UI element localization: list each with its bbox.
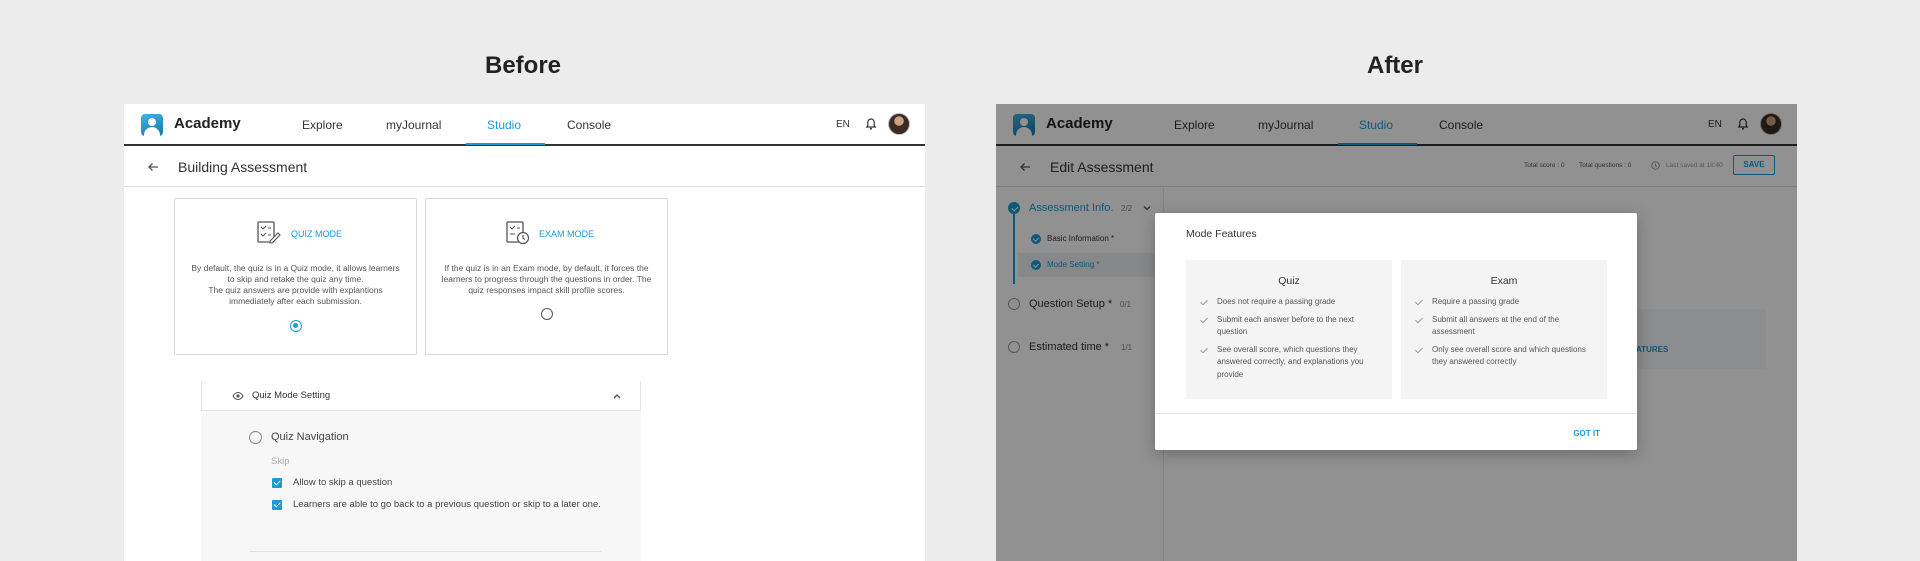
active-tab-indicator bbox=[466, 143, 545, 145]
exam-mode-description: If the quiz is in an Exam mode, by defau… bbox=[441, 263, 652, 295]
skip-question-label: Allow to skip a question bbox=[293, 477, 393, 488]
exam-heading: Exam bbox=[1490, 275, 1518, 287]
nav-console[interactable]: Console bbox=[567, 118, 611, 132]
exam-feature-item: Submit all answers at the end of the ass… bbox=[1415, 314, 1599, 339]
exam-mode-radio[interactable] bbox=[541, 308, 553, 320]
quiz-mode-radio[interactable] bbox=[290, 320, 302, 332]
page-title: Building Assessment bbox=[178, 159, 308, 175]
got-it-button[interactable]: GOT IT bbox=[1573, 429, 1600, 438]
brand-name[interactable]: Academy bbox=[174, 115, 241, 132]
go-back-checkbox[interactable] bbox=[272, 500, 282, 510]
nav-myjournal[interactable]: myJournal bbox=[386, 118, 441, 132]
mode-features-dialog: Mode Features Quiz Does not require a pa… bbox=[1155, 213, 1637, 450]
before-heading: Before bbox=[484, 52, 562, 79]
quiz-features-column: Quiz Does not require a passing grade Su… bbox=[1186, 260, 1392, 399]
skip-label: Skip bbox=[271, 456, 290, 467]
quiz-mode-title: QUIZ MODE bbox=[291, 229, 342, 239]
nav-explore[interactable]: Explore bbox=[302, 118, 343, 132]
setting-title: Quiz Mode Setting bbox=[252, 390, 331, 401]
dialog-divider bbox=[1155, 413, 1637, 414]
nav-studio[interactable]: Studio bbox=[487, 118, 521, 132]
before-screen: Academy Explore myJournal Studio Console… bbox=[124, 104, 925, 561]
bell-icon[interactable] bbox=[864, 117, 878, 131]
after-heading: After bbox=[1366, 52, 1423, 79]
exam-mode-title: EXAM MODE bbox=[539, 229, 595, 239]
quiz-edit-icon bbox=[257, 221, 281, 244]
quiz-mode-description: By default, the quiz is in a Quiz mode, … bbox=[191, 263, 400, 306]
quiz-mode-card[interactable]: QUIZ MODE By default, the quiz is in a Q… bbox=[174, 198, 417, 355]
quiz-feature-item: See overall score, which questions they … bbox=[1200, 344, 1384, 382]
go-back-label: Learners are able to go back to a previo… bbox=[293, 499, 601, 510]
quiz-feature-item: Submit each answer before to the next qu… bbox=[1200, 314, 1384, 339]
eye-icon bbox=[232, 391, 244, 401]
quiz-navigation-title: Quiz Navigation bbox=[271, 431, 349, 443]
chevron-up-icon[interactable] bbox=[612, 391, 622, 401]
after-screen: Academy Explore myJournal Studio Console… bbox=[996, 104, 1797, 561]
page-header: Building Assessment bbox=[124, 148, 925, 187]
avatar[interactable] bbox=[888, 113, 910, 135]
exam-features-column: Exam Require a passing grade Submit all … bbox=[1401, 260, 1607, 399]
back-arrow-icon[interactable] bbox=[146, 160, 160, 174]
navigation-icon bbox=[249, 431, 262, 444]
language-switch[interactable]: EN bbox=[836, 119, 850, 130]
exam-mode-card[interactable]: EXAM MODE If the quiz is in an Exam mode… bbox=[425, 198, 668, 355]
setting-header[interactable]: Quiz Mode Setting bbox=[201, 381, 641, 411]
dialog-title: Mode Features bbox=[1186, 228, 1257, 240]
quiz-feature-item: Does not require a passing grade bbox=[1200, 296, 1384, 309]
skip-question-checkbox[interactable] bbox=[272, 478, 282, 488]
exam-clock-icon bbox=[506, 221, 530, 245]
exam-feature-item: Require a passing grade bbox=[1415, 296, 1599, 309]
academy-logo-icon[interactable] bbox=[141, 114, 163, 136]
quiz-mode-setting-panel: Quiz Mode Setting Quiz Navigation Skip A… bbox=[201, 381, 641, 561]
quiz-heading: Quiz bbox=[1278, 275, 1300, 287]
exam-feature-item: Only see overall score and which questio… bbox=[1415, 344, 1599, 369]
top-nav: Academy Explore myJournal Studio Console… bbox=[124, 104, 925, 146]
divider bbox=[249, 551, 601, 552]
